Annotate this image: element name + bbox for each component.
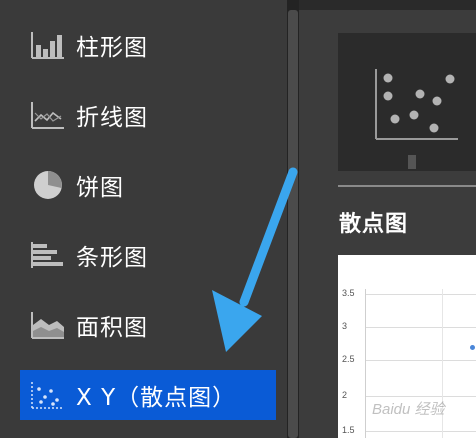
scatter-thumbnail-icon (375, 69, 458, 140)
y-axis-line (365, 289, 366, 438)
gridline (365, 396, 476, 397)
gridline (365, 294, 476, 295)
area-chart-icon (30, 309, 66, 341)
sidebar-item-bar[interactable]: 条形图 (20, 230, 276, 280)
thumbnail-scroll-handle[interactable] (408, 155, 416, 169)
sidebar-item-column[interactable]: 柱形图 (20, 20, 276, 70)
scatter-chart-icon (30, 379, 66, 411)
y-tick-label: 3.5 (342, 288, 355, 298)
scatter-thumbnail[interactable] (338, 33, 476, 171)
preview-top-strip (299, 0, 476, 10)
sidebar-item-scatter[interactable]: X Y（散点图） (20, 370, 276, 420)
gridline (365, 327, 476, 328)
y-tick-label: 3 (342, 321, 348, 331)
chart-type-sidebar: 柱形图 折线图 饼图 条形图 面积图 X Y（散点图） (0, 0, 287, 438)
sidebar-item-area[interactable]: 面积图 (20, 300, 276, 350)
sidebar-item-label: 面积图 (76, 315, 148, 341)
line-chart-icon (30, 99, 66, 131)
sidebar-item-label: 柱形图 (76, 35, 148, 61)
bar-chart-icon (30, 29, 66, 61)
sidebar-scrollbar[interactable] (288, 10, 298, 438)
y-tick-label: 2 (342, 390, 348, 400)
sidebar-item-label: 饼图 (76, 175, 124, 201)
sidebar-item-pie[interactable]: 饼图 (20, 160, 276, 210)
sidebar-item-label: 折线图 (76, 105, 148, 131)
sidebar-item-label: 条形图 (76, 245, 148, 271)
y-tick-label: 1.5 (342, 425, 355, 435)
horizontal-bar-icon (30, 239, 66, 271)
gridline (365, 360, 476, 361)
gridline (365, 431, 476, 432)
preview-title: 散点图 (339, 212, 409, 237)
watermark: Baidu 经验 (372, 401, 445, 418)
y-tick-label: 2.5 (342, 354, 355, 364)
preview-separator (338, 185, 476, 187)
scatter-point (470, 345, 475, 350)
sidebar-item-label: X Y（散点图） (76, 385, 237, 411)
pie-chart-icon (30, 169, 66, 201)
sidebar-item-line[interactable]: 折线图 (20, 90, 276, 140)
